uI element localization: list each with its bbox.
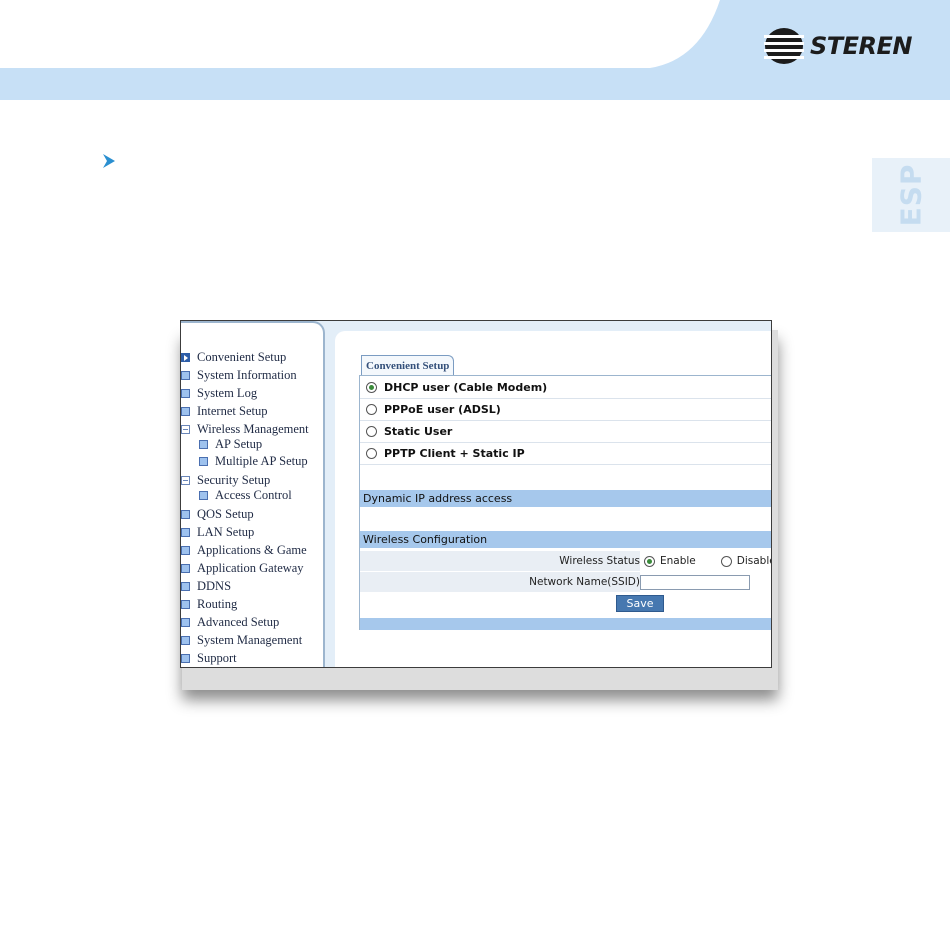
section-dynamic-ip: Dynamic IP address access: [360, 490, 771, 507]
page-icon: [199, 490, 208, 500]
folder-open-icon: [181, 424, 190, 434]
sidebar-item-support[interactable]: Support: [181, 649, 237, 667]
page-icon: [181, 635, 190, 645]
sidebar-item-system-management[interactable]: System Management: [181, 631, 302, 649]
radio-static[interactable]: [366, 426, 377, 437]
sidebar-item-lan-setup[interactable]: LAN Setup: [181, 523, 254, 541]
radio-pppoe[interactable]: [366, 404, 377, 415]
bullet-arrow-icon: [103, 154, 115, 168]
radio-wireless-disable[interactable]: [720, 555, 732, 567]
page-icon: [181, 599, 190, 609]
setup-panel: DHCP user (Cable Modem) PPPoE user (ADSL…: [359, 375, 772, 630]
brand-logo: STEREN: [764, 26, 913, 66]
content-area: Convenient Setup DHCP user (Cable Modem)…: [335, 331, 771, 667]
sidebar-item-system-information[interactable]: System Information: [181, 366, 297, 384]
steren-logo-icon: [764, 28, 804, 64]
language-tab: ESP: [872, 158, 950, 232]
radio-pptp[interactable]: [366, 448, 377, 459]
brand-name: STEREN: [810, 32, 913, 60]
row-ssid: Network Name(SSID): [360, 572, 771, 593]
tab-convenient-setup[interactable]: Convenient Setup: [361, 355, 455, 376]
row-wireless-status: Wireless Status Enable Disable: [360, 551, 772, 572]
page-icon: [181, 545, 190, 555]
sidebar-item-multiple-ap-setup[interactable]: Multiple AP Setup: [199, 452, 308, 470]
sidebar-item-application-gateway[interactable]: Application Gateway: [181, 559, 304, 577]
page-icon: [181, 509, 190, 519]
sidebar-item-applications-game[interactable]: Applications & Game: [181, 541, 307, 559]
radio-wireless-enable[interactable]: [644, 555, 655, 567]
sidebar-item-access-control[interactable]: Access Control: [199, 486, 292, 504]
page-icon: [181, 617, 190, 627]
sidebar: Convenient Setup System Information Syst…: [181, 321, 325, 667]
page-icon: [199, 439, 208, 449]
wireless-disable-label: Disable: [736, 555, 772, 567]
wireless-status-label: Wireless Status: [559, 555, 640, 567]
wireless-status-value: Enable Disable: [640, 551, 772, 571]
page-icon: [181, 653, 190, 663]
sidebar-item-system-log[interactable]: System Log: [181, 384, 257, 402]
page-icon: [199, 456, 208, 466]
sidebar-item-internet-setup[interactable]: Internet Setup: [181, 402, 267, 420]
page-icon: [181, 406, 190, 416]
wireless-enable-label: Enable: [660, 555, 696, 567]
sidebar-item-routing[interactable]: Routing: [181, 595, 237, 613]
language-label: ESP: [894, 163, 928, 227]
sidebar-item-qos-setup[interactable]: QOS Setup: [181, 505, 254, 523]
page-icon: [181, 370, 190, 380]
page-icon: [181, 527, 190, 537]
page-icon: [181, 388, 190, 398]
page-icon: [181, 563, 190, 573]
section-wireless-config: Wireless Configuration: [360, 531, 771, 548]
sidebar-item-ap-setup[interactable]: AP Setup: [199, 435, 262, 453]
option-dhcp[interactable]: DHCP user (Cable Modem): [360, 377, 771, 399]
save-button[interactable]: Save: [616, 595, 664, 612]
option-pppoe[interactable]: PPPoE user (ADSL): [360, 399, 771, 421]
arrow-icon: [181, 352, 190, 362]
page-icon: [181, 581, 190, 591]
sidebar-item-ddns[interactable]: DDNS: [181, 577, 231, 595]
option-static[interactable]: Static User: [360, 421, 771, 443]
router-screenshot: Convenient Setup System Information Syst…: [180, 320, 772, 668]
panel-footer-bar: [360, 618, 771, 630]
folder-open-icon: [181, 475, 190, 485]
sidebar-item-convenient-setup[interactable]: Convenient Setup: [181, 348, 286, 366]
ssid-value: [640, 572, 771, 592]
sidebar-item-advanced-setup[interactable]: Advanced Setup: [181, 613, 279, 631]
option-pptp[interactable]: PPTP Client + Static IP: [360, 443, 771, 465]
radio-dhcp[interactable]: [366, 382, 377, 393]
ssid-input[interactable]: [640, 574, 750, 590]
ssid-label: Network Name(SSID): [529, 576, 640, 588]
